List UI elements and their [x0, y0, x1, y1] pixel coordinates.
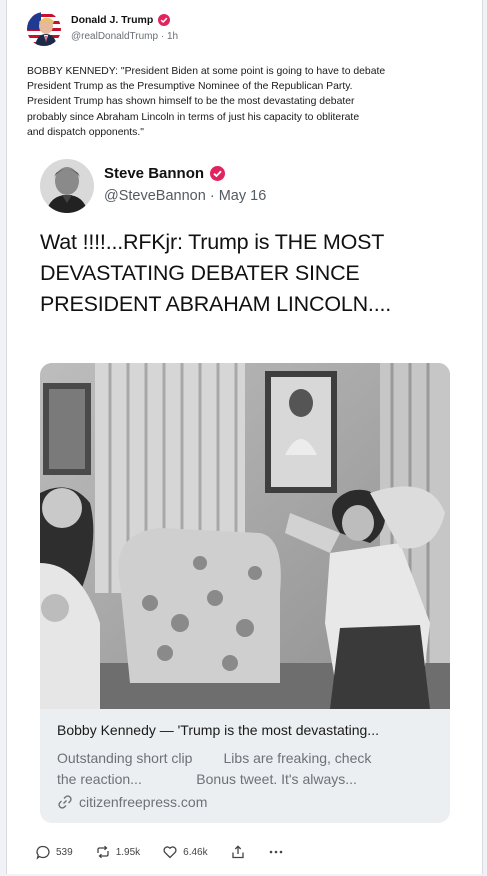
action-bar: 539 1.95k 6.46k: [35, 842, 306, 862]
quoted-author-name[interactable]: Steve Bannon: [104, 165, 204, 182]
link-preview-image: [40, 363, 450, 709]
link-preview-description: Outstanding short clip Libs are freaking…: [57, 750, 372, 787]
post-header: Donald J. Trump @realDonaldTrump · 1h: [27, 12, 178, 48]
reply-count: 539: [56, 846, 73, 858]
post-text: BOBBY KENNEDY: "President Biden at some …: [27, 66, 386, 138]
post-card: Donald J. Trump @realDonaldTrump · 1h BO…: [6, 0, 483, 874]
link-preview-title: Bobby Kennedy — 'Trump is the most devas…: [57, 722, 379, 738]
quoted-post-date[interactable]: May 16: [219, 188, 267, 204]
quoted-author-meta: @SteveBannon · May 16: [104, 188, 266, 204]
like-button[interactable]: 6.46k: [162, 844, 208, 860]
link-preview-domain[interactable]: citizenfreepress.com: [79, 794, 207, 810]
repost-button[interactable]: 1.95k: [95, 844, 140, 860]
post-time[interactable]: 1h: [167, 31, 178, 42]
author-avatar[interactable]: [27, 12, 61, 46]
like-icon: [163, 846, 177, 859]
quoted-author-handle[interactable]: @SteveBannon: [104, 188, 206, 204]
author-handle[interactable]: @realDonaldTrump: [71, 31, 158, 42]
more-options-button[interactable]: [268, 844, 284, 860]
meta-separator: ·: [209, 188, 215, 204]
reply-icon: [36, 845, 50, 860]
verified-badge-icon: [210, 166, 226, 181]
verified-badge-icon: [158, 14, 171, 26]
repost-icon: [97, 845, 109, 859]
share-icon: [231, 845, 244, 859]
quoted-author-avatar[interactable]: [40, 159, 94, 213]
repost-count: 1.95k: [115, 846, 141, 858]
link-preview-card[interactable]: Bobby Kennedy — 'Trump is the most devas…: [40, 363, 450, 823]
author-meta: @realDonaldTrump · 1h: [71, 31, 178, 42]
meta-separator: ·: [160, 31, 165, 42]
reply-button[interactable]: 539: [35, 844, 73, 860]
more-icon: [269, 850, 282, 854]
share-button[interactable]: [230, 844, 246, 860]
author-name[interactable]: Donald J. Trump: [71, 14, 153, 26]
like-count: 6.46k: [183, 846, 208, 858]
quoted-post-text: Wat !!!!...RFKjr: Trump is THE MOST DEVA…: [40, 230, 392, 316]
quoted-post[interactable]: Steve Bannon @SteveBannon · May 16 Wat !…: [28, 147, 473, 827]
link-icon: [58, 795, 72, 809]
